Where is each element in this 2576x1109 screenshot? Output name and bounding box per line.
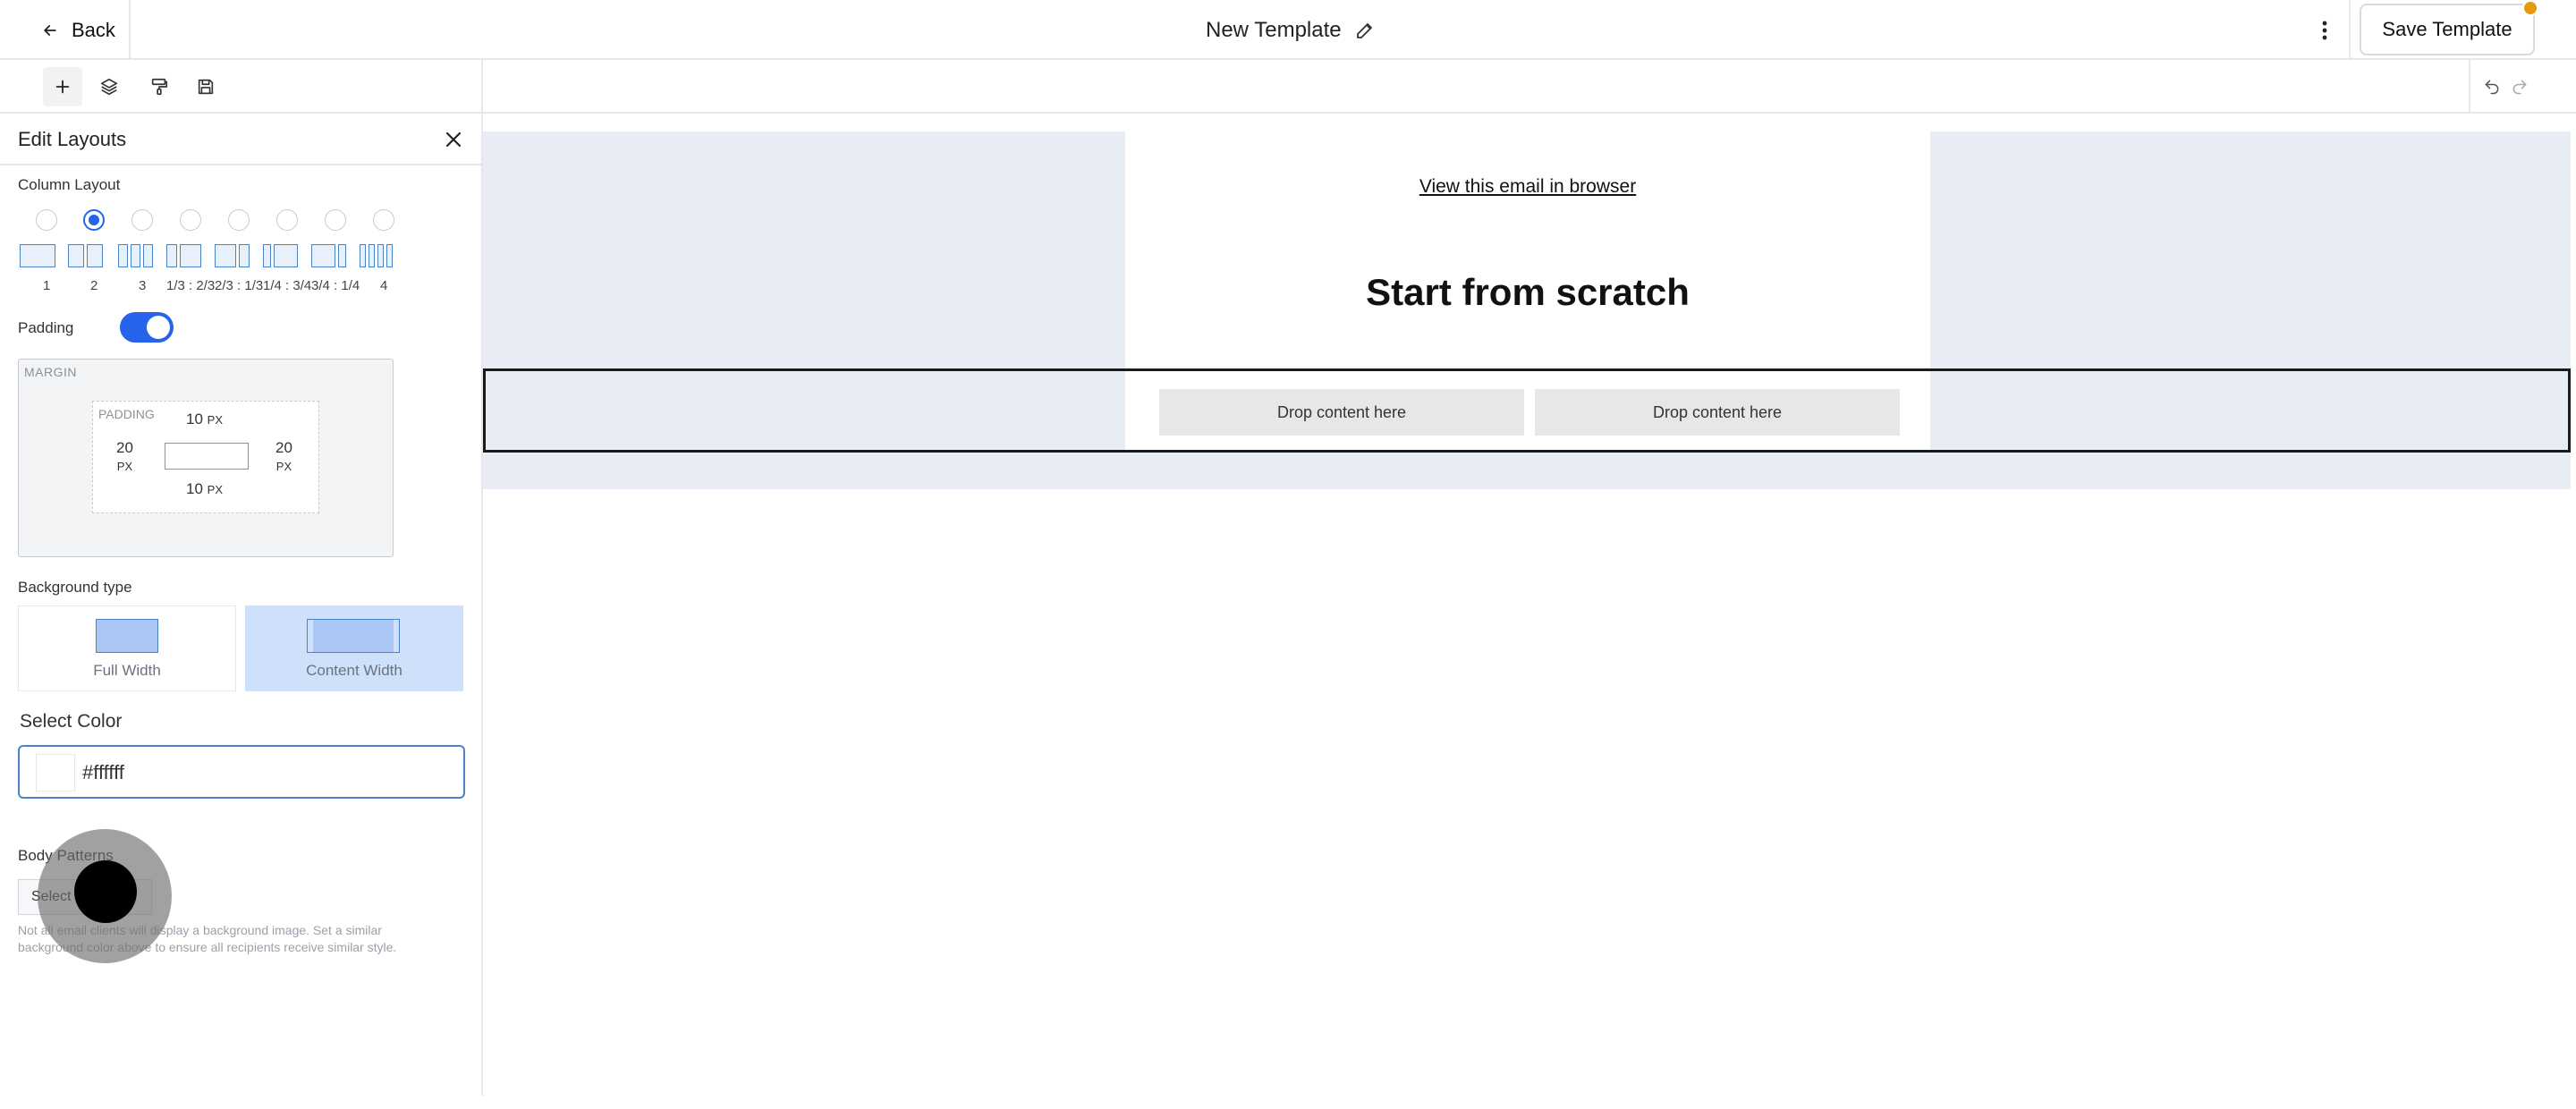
panel-title: Edit Layouts: [18, 128, 127, 150]
color-value: #ffffff: [82, 761, 124, 783]
padding-toggle[interactable]: [120, 312, 174, 343]
column-radio-3-4-1-4[interactable]: [325, 209, 346, 231]
history-controls: [2469, 60, 2540, 114]
top-bar: Back New Template Save Template: [0, 0, 2576, 60]
column-label-3-4-1-4: 3/4 : 1/4: [311, 278, 360, 293]
content-area-input[interactable]: [165, 443, 249, 470]
layout-icon-1-4-3-4[interactable]: [263, 244, 298, 267]
email-canvas: View this email in browser Start from sc…: [483, 114, 2576, 1096]
canvas-toolbar: [483, 60, 2576, 114]
email-body: [1125, 131, 1930, 373]
column-label-1-4-3-4: 1/4 : 3/4: [263, 278, 312, 293]
save-tool[interactable]: [186, 67, 225, 106]
bg-full-width-label: Full Width: [93, 662, 161, 679]
column-radio-1[interactable]: [36, 209, 57, 231]
vertical-dots-icon: [2322, 21, 2327, 39]
template-title[interactable]: New Template: [1206, 0, 1376, 60]
selected-row[interactable]: Drop content here Drop content here: [483, 368, 2571, 453]
select-color-label: Select Color: [20, 711, 123, 732]
editor-toolbar: [0, 60, 483, 114]
margin-box: MARGIN PADDING 10 PX 20 PX 20 PX 10 PX: [18, 359, 394, 557]
close-panel-button[interactable]: [440, 126, 467, 153]
padding-label: Padding: [18, 319, 74, 336]
column-label-3: 3: [139, 278, 147, 293]
padding-box-label: PADDING: [98, 407, 155, 421]
column-radio-1-3-2-3[interactable]: [180, 209, 201, 231]
plus-icon: [55, 80, 70, 94]
column-label-2: 2: [90, 278, 98, 293]
back-button[interactable]: Back: [0, 0, 131, 60]
bg-content-width-label: Content Width: [306, 662, 402, 679]
template-title-text: New Template: [1206, 17, 1342, 42]
close-icon: [445, 131, 462, 148]
notification-dot: [2522, 0, 2538, 16]
bg-content-width-option[interactable]: Content Width: [245, 605, 463, 691]
layout-icon-3[interactable]: [118, 244, 153, 267]
touch-indicator: [74, 860, 137, 923]
column-label-2-3-1-3: 2/3 : 1/3: [215, 278, 264, 293]
column-label-1: 1: [43, 278, 51, 293]
column-radio-2-3-1-3[interactable]: [228, 209, 250, 231]
undo-icon[interactable]: [2483, 78, 2501, 96]
layers-icon: [100, 78, 118, 96]
color-input[interactable]: #ffffff: [18, 745, 465, 799]
column-layout-label: Column Layout: [18, 176, 121, 193]
padding-top-value[interactable]: 10 PX: [186, 411, 223, 428]
layout-icon-1-3-2-3[interactable]: [166, 244, 201, 267]
drop-zone-2[interactable]: Drop content here: [1535, 389, 1900, 436]
layout-icon-2-3-1-3[interactable]: [215, 244, 250, 267]
layers-tool[interactable]: [89, 67, 129, 106]
column-radio-2[interactable]: [83, 209, 105, 231]
pencil-icon[interactable]: [1354, 20, 1376, 41]
background-type-label: Background type: [18, 579, 132, 596]
layout-icon-1[interactable]: [20, 244, 55, 267]
back-label: Back: [72, 18, 115, 41]
style-tool[interactable]: [140, 67, 179, 106]
layout-icon-3-4-1-4[interactable]: [311, 244, 346, 267]
padding-right-value[interactable]: 20 PX: [275, 439, 292, 475]
column-radio-4[interactable]: [373, 209, 394, 231]
padding-bottom-value[interactable]: 10 PX: [186, 480, 223, 498]
row-content-area: Drop content here Drop content here: [1125, 371, 1930, 450]
drop-zone-1[interactable]: Drop content here: [1159, 389, 1524, 436]
full-width-preview: [96, 619, 158, 653]
content-width-preview: [307, 619, 400, 653]
redo-icon[interactable]: [2511, 78, 2529, 96]
column-radio-1-4-3-4[interactable]: [276, 209, 298, 231]
margin-label: MARGIN: [24, 365, 77, 379]
floppy-disk-icon: [198, 79, 214, 95]
color-swatch[interactable]: [36, 754, 75, 792]
column-label-4: 4: [380, 278, 388, 293]
paint-roller-icon: [151, 78, 168, 96]
bg-full-width-option[interactable]: Full Width: [18, 605, 236, 691]
padding-box: PADDING 10 PX 20 PX 20 PX 10 PX: [92, 401, 319, 513]
padding-left-value[interactable]: 20 PX: [116, 439, 133, 475]
column-radio-3[interactable]: [131, 209, 153, 231]
save-template-button[interactable]: Save Template: [2360, 4, 2535, 55]
add-content-tool[interactable]: [43, 67, 82, 106]
email-headline[interactable]: Start from scratch: [1125, 271, 1930, 314]
arrow-left-icon: [44, 24, 56, 36]
more-options-button[interactable]: [2301, 0, 2351, 60]
column-label-1-3-2-3: 1/3 : 2/3: [166, 278, 216, 293]
layout-icon-4[interactable]: [360, 244, 393, 267]
edit-layouts-panel: Edit Layouts Column Layout 1 2 3 1/3 : 2…: [0, 114, 483, 1096]
panel-header: Edit Layouts: [0, 114, 481, 165]
layout-icon-2[interactable]: [68, 244, 103, 267]
view-in-browser-link[interactable]: View this email in browser: [1125, 176, 1930, 198]
